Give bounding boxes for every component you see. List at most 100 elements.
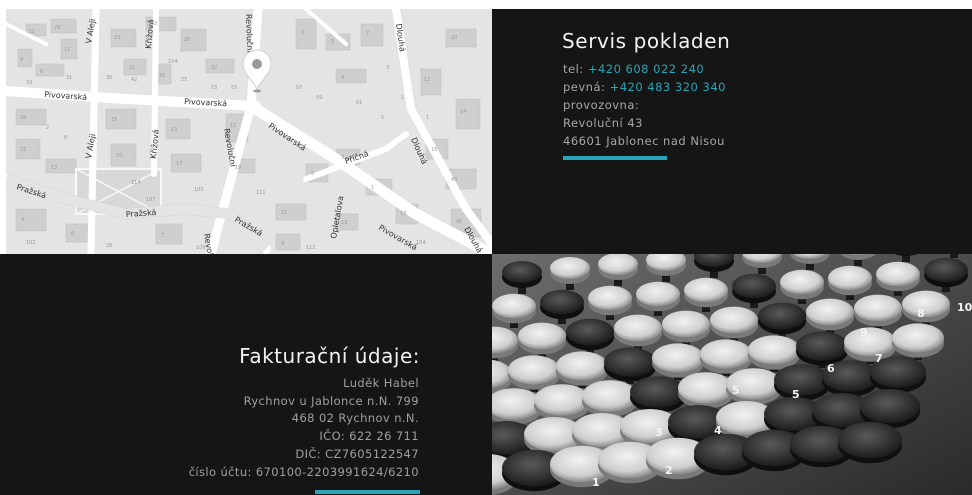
register-key [876,261,920,287]
svg-text:13: 13 [51,165,57,171]
register-key [598,254,638,275]
register-key [844,327,896,357]
svg-text:102: 102 [26,240,36,246]
svg-text:4: 4 [21,217,24,223]
register-key [588,285,632,311]
svg-text:2: 2 [665,464,673,477]
register-key [748,335,800,365]
svg-text:11: 11 [230,123,236,129]
landline-link[interactable]: +420 483 320 340 [610,80,726,94]
branch-street: Revoluční 43 [563,116,643,130]
svg-text:22: 22 [28,29,34,35]
register-key [652,343,704,373]
register-key [604,347,656,377]
svg-text:9: 9 [860,326,868,339]
svg-text:3: 3 [341,155,344,161]
svg-text:28: 28 [20,115,26,121]
register-key [630,376,686,408]
svg-text:111: 111 [256,190,266,196]
register-key [860,389,920,423]
svg-text:105: 105 [194,187,204,193]
svg-text:9: 9 [281,241,284,247]
svg-text:154: 154 [168,59,178,65]
register-key [518,322,566,350]
register-key [892,323,944,353]
svg-text:7: 7 [875,352,883,365]
svg-text:104: 104 [416,240,426,246]
svg-text:59: 59 [316,95,322,101]
svg-text:7: 7 [366,31,369,37]
svg-text:5: 5 [331,39,334,45]
svg-text:8: 8 [64,135,67,141]
billing-ico: IČO: 622 26 711 [319,429,419,444]
register-key [540,289,584,315]
contact-details: tel: +420 608 022 240 pevná: +420 483 32… [563,60,726,150]
map-canvas: Pivovarská Pivovarská Pivovarská Pivovar… [6,9,492,254]
svg-text:109: 109 [196,245,206,251]
contact-title: Servis pokladen [562,29,731,53]
svg-text:3: 3 [655,426,663,439]
svg-text:1: 1 [401,95,404,101]
svg-text:45: 45 [456,219,462,225]
register-key [492,293,536,319]
svg-text:Revoluční: Revoluční [244,14,255,54]
billing-address-2: 468 02 Rychnov n.N. [291,411,419,426]
svg-text:17: 17 [176,161,182,167]
svg-text:112: 112 [306,245,316,251]
register-key [758,302,806,330]
svg-text:15: 15 [281,210,287,216]
svg-text:13: 13 [341,220,347,226]
top-strip [0,0,972,9]
billing-address-1: Rychnov u Jablonce n.N. 799 [243,393,419,408]
register-key [806,298,854,326]
register-key [566,318,614,346]
svg-text:25: 25 [181,77,187,83]
phone-label: tel: [563,62,584,76]
svg-text:5: 5 [792,388,800,401]
svg-text:1: 1 [371,185,374,191]
svg-text:1: 1 [426,115,429,121]
register-key [796,331,848,361]
svg-text:61: 61 [356,100,362,106]
svg-text:4: 4 [20,57,23,63]
phone-link[interactable]: +420 608 022 240 [588,62,704,76]
billing-account: číslo účtu: 670100-2203991624/6210 [188,464,419,479]
svg-text:12: 12 [64,47,70,53]
register-key-stem [950,254,958,258]
svg-text:6: 6 [71,231,74,237]
register-key [556,351,608,381]
svg-text:20: 20 [451,35,457,41]
svg-text:32: 32 [211,65,217,71]
billing-name: Luděk Habel [343,376,419,390]
location-map[interactable]: Pivovarská Pivovarská Pivovarská Pivovar… [6,9,492,254]
register-key [924,257,968,283]
svg-text:33: 33 [26,80,32,86]
svg-text:12: 12 [424,77,430,83]
svg-text:26: 26 [106,243,112,249]
svg-text:31: 31 [20,147,26,153]
billing-panel: Fakturační údaje: Luděk Habel Rychnov u … [0,254,492,495]
register-key [678,372,734,404]
svg-text:7: 7 [161,233,164,239]
register-key [700,339,752,369]
svg-text:23: 23 [114,35,120,41]
svg-text:107: 107 [146,197,156,203]
svg-text:16: 16 [431,147,437,153]
svg-text:43: 43 [451,177,457,183]
register-key [732,273,776,299]
register-key [662,310,710,338]
register-key [780,269,824,295]
register-key [684,277,728,303]
branch-label: provozovna: [563,98,640,112]
svg-text:30: 30 [106,75,112,81]
register-key [838,421,902,459]
register-key [550,257,590,279]
svg-text:13: 13 [171,127,177,133]
register-key [828,265,872,291]
register-key [902,290,950,318]
register-key [854,294,902,322]
svg-text:57: 57 [296,85,302,91]
contact-accent-bar [563,156,667,160]
svg-text:4: 4 [714,424,722,437]
branch-city: 46601 Jablonec nad Nisou [563,134,725,148]
